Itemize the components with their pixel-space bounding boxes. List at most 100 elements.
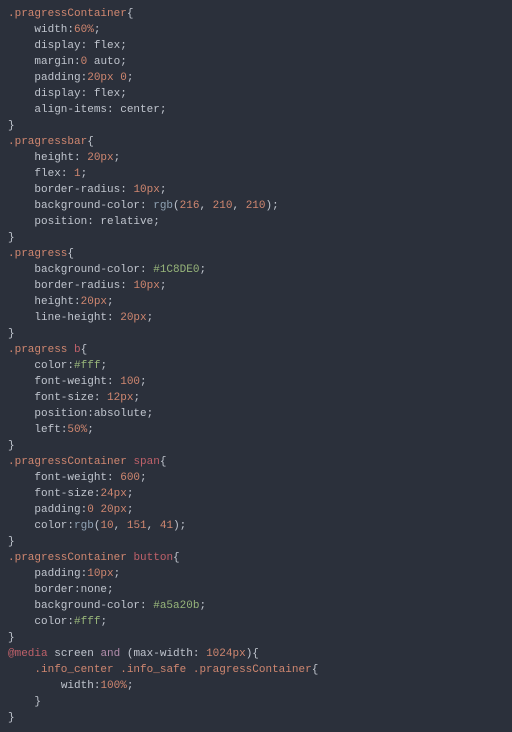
code-line[interactable]: .pragress{ — [8, 246, 512, 262]
code-token: flex — [34, 168, 60, 180]
code-token: background-color — [34, 600, 140, 612]
code-token: : — [120, 184, 133, 196]
code-token: display — [34, 40, 80, 52]
code-token: ; — [107, 296, 114, 308]
code-token — [8, 40, 34, 52]
code-token: ); — [266, 200, 279, 212]
code-editor[interactable]: .pragressContainer{ width:60%; display: … — [0, 0, 512, 732]
code-line[interactable]: .pragressContainer span{ — [8, 454, 512, 470]
code-line[interactable]: } — [8, 118, 512, 134]
code-line[interactable]: background-color: #a5a20b; — [8, 598, 512, 614]
code-token: ; — [127, 680, 134, 692]
code-token — [8, 312, 34, 324]
code-line[interactable]: flex: 1; — [8, 166, 512, 182]
code-line[interactable]: color:rgb(10, 151, 41); — [8, 518, 512, 534]
code-token: { — [173, 552, 180, 564]
code-line[interactable]: display: flex; — [8, 86, 512, 102]
code-line[interactable]: font-size:24px; — [8, 486, 512, 502]
code-token: auto — [94, 56, 120, 68]
code-line[interactable]: position:absolute; — [8, 406, 512, 422]
code-token: ; — [160, 104, 167, 116]
code-token: display — [34, 88, 80, 100]
code-line[interactable]: .pragressbar{ — [8, 134, 512, 150]
code-token: ; — [153, 216, 160, 228]
code-token: 24px — [100, 488, 126, 500]
code-line[interactable]: padding:0 20px; — [8, 502, 512, 518]
code-line[interactable]: margin:0 auto; — [8, 54, 512, 70]
code-line[interactable]: padding:20px 0; — [8, 70, 512, 86]
code-line[interactable]: height:20px; — [8, 294, 512, 310]
code-token: ( — [120, 648, 133, 660]
code-token — [8, 616, 34, 628]
code-token: rgb — [74, 520, 94, 532]
code-token — [8, 72, 34, 84]
code-line[interactable]: display: flex; — [8, 38, 512, 54]
code-token: 1 — [74, 168, 81, 180]
code-token — [8, 408, 34, 420]
code-token — [8, 168, 34, 180]
code-line[interactable]: @media screen and (max-width: 1024px){ — [8, 646, 512, 662]
code-line[interactable]: height: 20px; — [8, 150, 512, 166]
code-token: : — [94, 680, 101, 692]
code-line[interactable]: line-height: 20px; — [8, 310, 512, 326]
code-line[interactable]: background-color: #1C8DE0; — [8, 262, 512, 278]
code-line[interactable]: border-radius: 10px; — [8, 182, 512, 198]
code-token: color — [34, 616, 67, 628]
code-token — [8, 584, 34, 596]
code-token: 10 — [100, 520, 113, 532]
code-line[interactable]: left:50%; — [8, 422, 512, 438]
code-line[interactable]: border-radius: 10px; — [8, 278, 512, 294]
code-token: ; — [160, 280, 167, 292]
code-token — [8, 184, 34, 196]
code-line[interactable]: } — [8, 694, 512, 710]
code-line[interactable]: color:#fff; — [8, 358, 512, 374]
code-token: left — [34, 424, 60, 436]
code-token: 10px — [133, 184, 159, 196]
code-line[interactable]: width:60%; — [8, 22, 512, 38]
code-token: rgb — [153, 200, 173, 212]
code-token: width — [61, 680, 94, 692]
code-token: background-color — [34, 200, 140, 212]
code-token: height — [34, 152, 74, 164]
code-token: font-weight — [34, 472, 107, 484]
code-line[interactable]: } — [8, 326, 512, 342]
code-token — [8, 360, 34, 372]
code-line[interactable]: border:none; — [8, 582, 512, 598]
code-token: 216 — [180, 200, 200, 212]
code-line[interactable]: } — [8, 630, 512, 646]
code-token: : — [140, 600, 153, 612]
code-token: } — [8, 120, 15, 132]
code-token: ( — [173, 200, 180, 212]
code-line[interactable]: font-weight: 100; — [8, 374, 512, 390]
code-token: 60% — [74, 24, 94, 36]
code-line[interactable]: width:100%; — [8, 678, 512, 694]
code-token: b — [74, 344, 81, 356]
code-line[interactable]: padding:10px; — [8, 566, 512, 582]
code-token: .pragress — [8, 344, 67, 356]
code-line[interactable]: font-size: 12px; — [8, 390, 512, 406]
code-token: 210 — [213, 200, 233, 212]
code-token: } — [8, 536, 15, 548]
code-line[interactable]: .pragress b{ — [8, 342, 512, 358]
code-token: 151 — [127, 520, 147, 532]
code-line[interactable]: } — [8, 534, 512, 550]
code-line[interactable]: } — [8, 438, 512, 454]
code-line[interactable]: color:#fff; — [8, 614, 512, 630]
code-token — [8, 568, 34, 580]
code-token: #a5a20b — [153, 600, 199, 612]
code-token: ; — [107, 584, 114, 596]
code-line[interactable]: position: relative; — [8, 214, 512, 230]
code-line[interactable]: } — [8, 230, 512, 246]
code-token — [8, 680, 61, 692]
code-line[interactable]: .info_center .info_safe .pragressContain… — [8, 662, 512, 678]
code-token: , — [232, 200, 245, 212]
code-line[interactable]: } — [8, 710, 512, 726]
code-line[interactable]: .pragressContainer button{ — [8, 550, 512, 566]
code-line[interactable]: font-weight: 600; — [8, 470, 512, 486]
code-line[interactable]: background-color: rgb(216, 210, 210); — [8, 198, 512, 214]
code-token — [8, 56, 34, 68]
code-token: media — [15, 648, 48, 660]
code-line[interactable]: .pragressContainer{ — [8, 6, 512, 22]
code-token: : — [74, 296, 81, 308]
code-line[interactable]: align-items: center; — [8, 102, 512, 118]
